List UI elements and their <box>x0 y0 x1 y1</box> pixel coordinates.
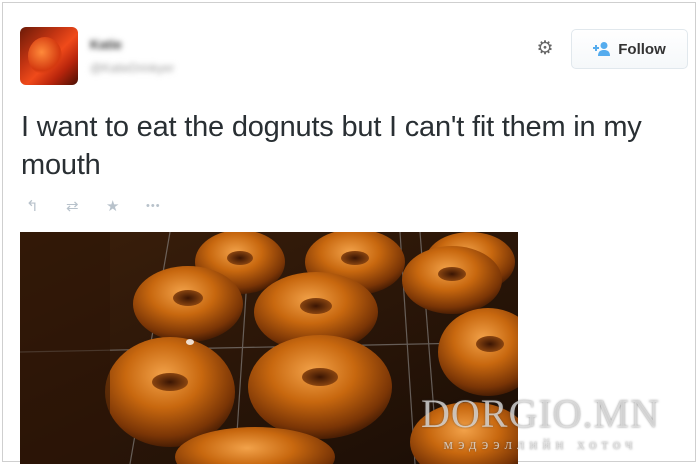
watermark: DORGIO.MN мэдээллийн хоточ <box>388 392 693 454</box>
follow-label: Follow <box>618 40 666 58</box>
retweet-icon[interactable]: ⇄ <box>66 196 106 216</box>
add-user-icon <box>593 42 611 56</box>
follow-button[interactable]: Follow <box>571 29 688 69</box>
favorite-icon[interactable]: ★ <box>106 196 146 216</box>
tweet-actions: ↰ ⇄ ★ ••• <box>26 196 186 216</box>
reply-icon[interactable]: ↰ <box>26 196 66 216</box>
author-handle[interactable]: @KatieDrinkyer <box>90 61 174 75</box>
watermark-sub: мэдээллийн хоточ <box>443 437 638 453</box>
tweet-text: I want to eat the dognuts but I can't fi… <box>21 111 642 181</box>
author-name[interactable]: Katie <box>90 37 122 52</box>
avatar[interactable] <box>20 27 78 85</box>
more-icon[interactable]: ••• <box>146 196 186 216</box>
gear-icon[interactable]: ⚙ <box>534 37 556 59</box>
watermark-main: DORGIO.MN <box>421 391 660 436</box>
